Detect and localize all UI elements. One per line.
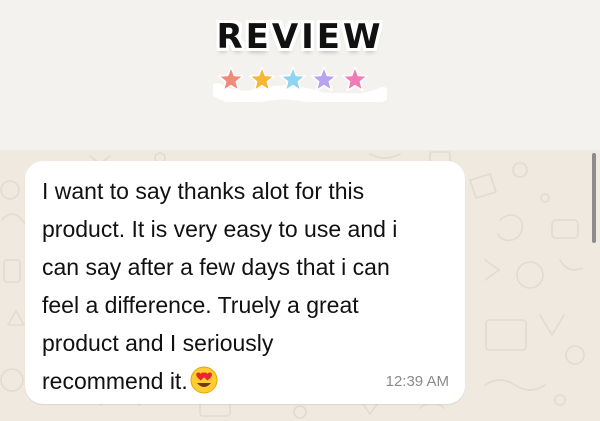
message-bubble: I want to say thanks alot for this produ… bbox=[25, 161, 465, 404]
message-body: I want to say thanks alot for this produ… bbox=[42, 178, 398, 394]
rating-stars bbox=[213, 66, 387, 102]
chat-scrollbar[interactable] bbox=[592, 153, 596, 243]
star-icon bbox=[310, 66, 338, 92]
message-text: I want to say thanks alot for this produ… bbox=[42, 172, 456, 400]
message-timestamp: 12:39 AM bbox=[385, 373, 449, 390]
heart-eyes-emoji-icon bbox=[190, 366, 218, 394]
review-title: REVIEW bbox=[216, 17, 384, 57]
star-icon bbox=[341, 66, 369, 92]
review-sticker: REVIEW bbox=[205, 6, 395, 106]
